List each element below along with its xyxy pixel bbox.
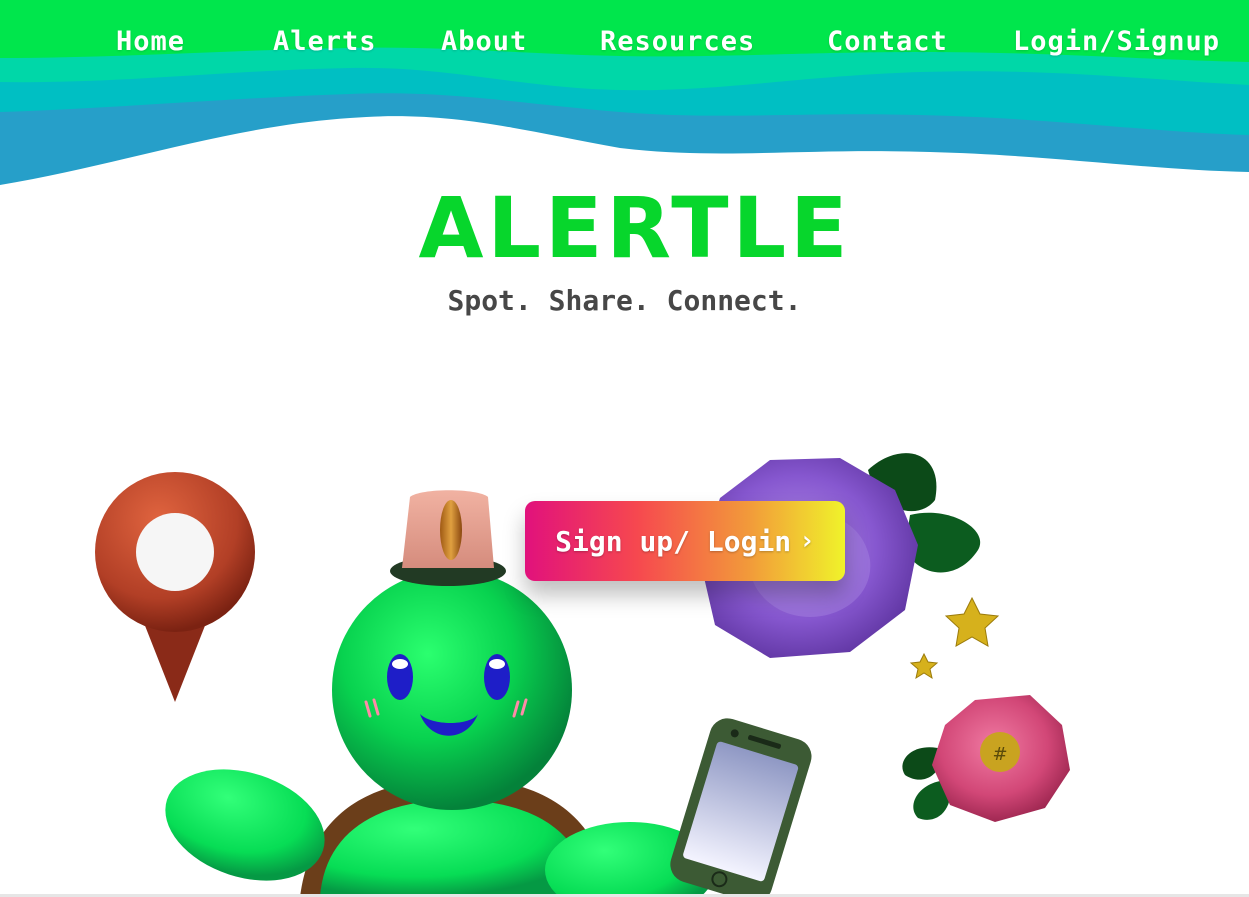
signup-login-label: Sign up/ Login <box>555 524 792 558</box>
star-icon <box>909 596 1000 680</box>
hero-illustration: # <box>95 453 1070 897</box>
chevron-right-icon: › <box>799 526 815 556</box>
svg-text:#: # <box>992 744 1007 765</box>
signup-login-button[interactable]: Sign up/ Login › <box>525 501 845 581</box>
map-pin-icon <box>95 472 255 702</box>
flower-icon: # <box>902 695 1070 822</box>
phone-icon <box>670 718 812 897</box>
